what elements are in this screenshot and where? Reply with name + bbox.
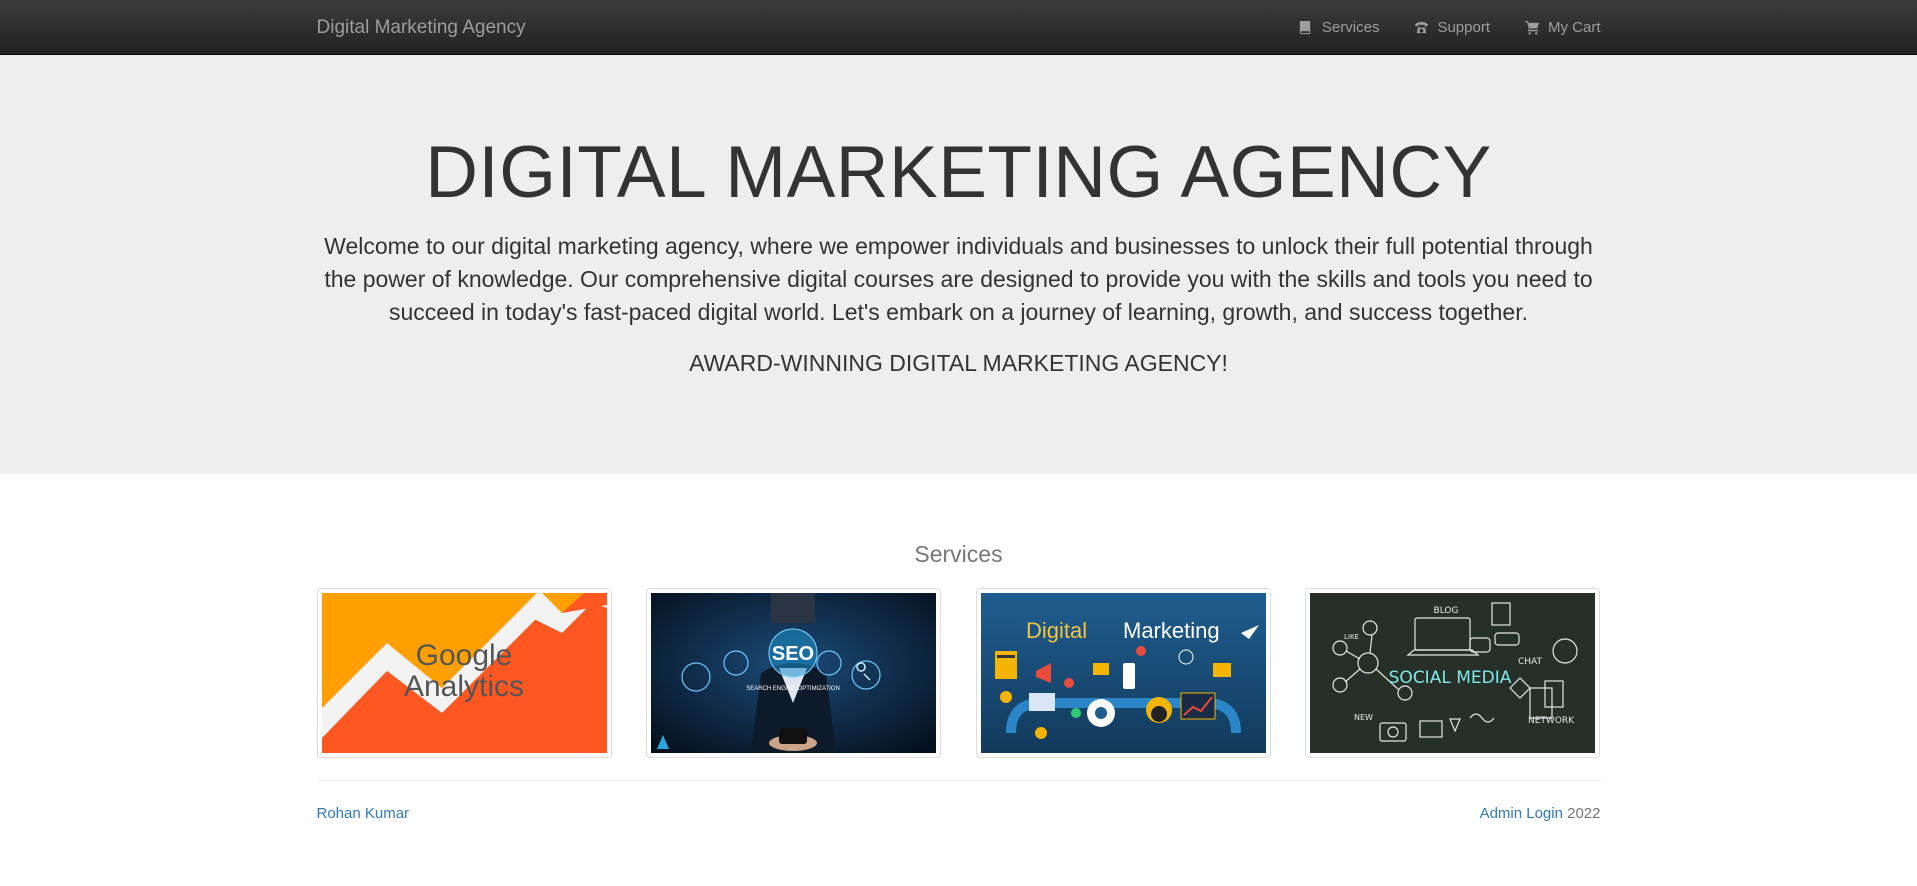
author-link[interactable]: Rohan Kumar <box>317 805 410 822</box>
nav-links: Services Support My Cart <box>1264 19 1601 36</box>
phone-icon <box>1413 20 1429 36</box>
social-media-text: SOCIAL MEDIA <box>1389 668 1512 688</box>
cart-icon <box>1524 20 1540 36</box>
services-grid: Google Analytics SEO SEARCH ENGINE OPTIM… <box>316 588 1601 758</box>
services-heading: Services <box>914 541 1003 567</box>
footer: Rohan Kumar Admin Login 2022 <box>317 805 1601 822</box>
footer-right: Admin Login 2022 <box>1480 805 1601 822</box>
nav-services-label: Services <box>1321 19 1380 36</box>
book-icon <box>1298 20 1314 36</box>
footer-divider <box>316 780 1601 781</box>
digital-marketing-image: Digital Marketing <box>980 593 1266 753</box>
seo-text: SEO <box>772 643 814 665</box>
service-card-google-analytics[interactable]: Google Analytics <box>316 588 612 758</box>
nav-cart-label: My Cart <box>1548 19 1601 36</box>
nav-support-label: Support <box>1437 19 1490 36</box>
analytics-line2: Analytics <box>403 670 523 703</box>
hero-section: DIGITAL MARKETING AGENCY Welcome to our … <box>0 55 1917 474</box>
social-new-label: NEW <box>1354 713 1373 722</box>
seo-image: SEO SEARCH ENGINE OPTIMIZATION <box>651 593 937 753</box>
brand-link[interactable]: Digital Marketing Agency <box>317 17 526 39</box>
hero-tagline: AWARD-WINNING DIGITAL MARKETING AGENCY! <box>689 350 1228 376</box>
social-network-label: NETWORK <box>1528 716 1575 726</box>
dm-text-a: Digital <box>1026 618 1087 643</box>
seo-subtext: SEARCH ENGINE OPTIMIZATION <box>746 686 840 692</box>
hero-title: DIGITAL MARKETING AGENCY <box>425 132 1492 213</box>
service-card-digital-marketing[interactable]: Digital Marketing <box>975 588 1271 758</box>
dm-text-b: Marketing <box>1123 618 1220 643</box>
service-card-social-media[interactable]: BLOG SOCIAL MEDIA CHAT NETWORK LIKE NEW <box>1305 588 1601 758</box>
social-like-label: LIKE <box>1344 633 1359 641</box>
social-media-image: BLOG SOCIAL MEDIA CHAT NETWORK LIKE NEW <box>1310 593 1596 753</box>
google-line1: Google <box>415 639 512 672</box>
social-chat-label: CHAT <box>1518 657 1543 667</box>
google-analytics-image: Google Analytics <box>321 593 607 753</box>
footer-year: 2022 <box>1567 805 1601 822</box>
social-blog-label: BLOG <box>1434 606 1459 616</box>
admin-login-link[interactable]: Admin Login <box>1480 805 1563 822</box>
nav-services-link[interactable]: Services <box>1298 19 1380 36</box>
nav-cart-link[interactable]: My Cart <box>1524 19 1601 36</box>
nav-support-link[interactable]: Support <box>1413 19 1490 36</box>
hero-lead: Welcome to our digital marketing agency,… <box>324 233 1593 325</box>
top-navbar: Digital Marketing Agency Services Suppor… <box>0 0 1917 55</box>
service-card-seo[interactable]: SEO SEARCH ENGINE OPTIMIZATION <box>646 588 942 758</box>
